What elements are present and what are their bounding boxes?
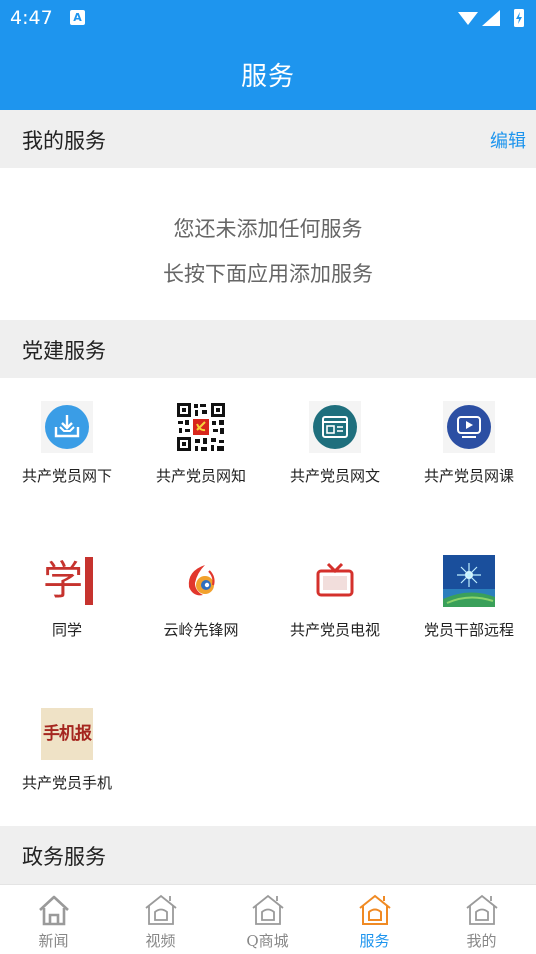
app-item-knowledge[interactable]: 共产党员网知	[134, 401, 268, 511]
tab-services[interactable]: 服务	[321, 885, 428, 954]
tab-news[interactable]: 新闻	[0, 885, 107, 954]
tongxue-logo-icon: 学	[41, 555, 93, 607]
article-icon	[309, 401, 361, 453]
app-label: 共产党员手机	[21, 774, 112, 792]
tab-label: 我的	[466, 932, 497, 950]
app-label: 同学	[51, 621, 82, 639]
notification-icon: A	[70, 10, 85, 25]
status-time: 4:47	[10, 7, 53, 29]
home-icon	[39, 895, 69, 926]
qr-code-icon	[175, 401, 227, 453]
tongxue-logo-text: 学	[43, 558, 83, 604]
empty-message-line1: 您还未添加任何服务	[173, 217, 363, 241]
tab-mall[interactable]: Q商城	[214, 885, 321, 954]
party-services-header: 党建服务	[0, 320, 536, 378]
app-item-course[interactable]: 共产党员网课	[402, 401, 536, 511]
app-label: 共产党员网下	[21, 467, 112, 485]
status-icons	[458, 9, 524, 27]
app-label: 共产党员网课	[423, 467, 514, 485]
download-tray-icon	[41, 401, 93, 453]
party-services-title: 党建服务	[22, 339, 106, 363]
wifi-icon	[458, 12, 478, 25]
app-label: 共产党员网文	[289, 467, 380, 485]
tv-icon	[309, 555, 361, 607]
tab-label: Q商城	[246, 932, 289, 950]
gov-services-header: 政务服务	[0, 826, 536, 884]
app-item-remote[interactable]: 党员干部远程	[402, 555, 536, 665]
app-item-download[interactable]: 共产党员网下	[0, 401, 134, 511]
home-icon	[466, 894, 498, 925]
video-lesson-icon	[443, 401, 495, 453]
app-item-tv[interactable]: 共产党员电视	[268, 555, 402, 665]
app-item-mobile[interactable]: 手机报 共产党员手机	[0, 708, 134, 818]
empty-message-line2: 长按下面应用添加服务	[163, 262, 373, 286]
app-item-tongxue[interactable]: 学 同学	[0, 555, 134, 665]
app-item-article[interactable]: 共产党员网文	[268, 401, 402, 511]
tab-label: 新闻	[38, 932, 69, 950]
tab-video[interactable]: 视频	[107, 885, 214, 954]
app-item-yunling[interactable]: 云岭先锋网	[134, 555, 268, 665]
home-icon	[359, 894, 391, 925]
mobile-newspaper-logo-text: 手机报	[43, 724, 92, 744]
bottom-tab-bar: 新闻 视频 Q商城 服务 我的	[0, 884, 536, 954]
remote-education-icon	[443, 555, 495, 607]
my-services-title: 我的服务	[22, 129, 106, 153]
app-header: 服务	[0, 38, 536, 110]
signal-icon	[482, 10, 500, 26]
app-label: 共产党员网知	[155, 467, 246, 485]
app-label: 云岭先锋网	[163, 621, 239, 639]
yunling-swirl-icon	[175, 555, 227, 607]
my-services-header: 我的服务 编辑	[0, 110, 536, 168]
page-title: 服务	[240, 62, 295, 92]
mobile-newspaper-icon: 手机报	[41, 708, 93, 760]
edit-button[interactable]: 编辑	[490, 127, 526, 153]
tab-label: 视频	[145, 932, 176, 950]
tab-me[interactable]: 我的	[428, 885, 535, 954]
home-icon	[145, 894, 177, 925]
status-bar: 4:47 A	[0, 0, 536, 38]
home-icon	[252, 894, 284, 925]
gov-services-title: 政务服务	[22, 845, 106, 869]
app-label: 党员干部远程	[423, 621, 514, 639]
tab-label: 服务	[359, 932, 390, 950]
app-label: 共产党员电视	[289, 621, 380, 639]
